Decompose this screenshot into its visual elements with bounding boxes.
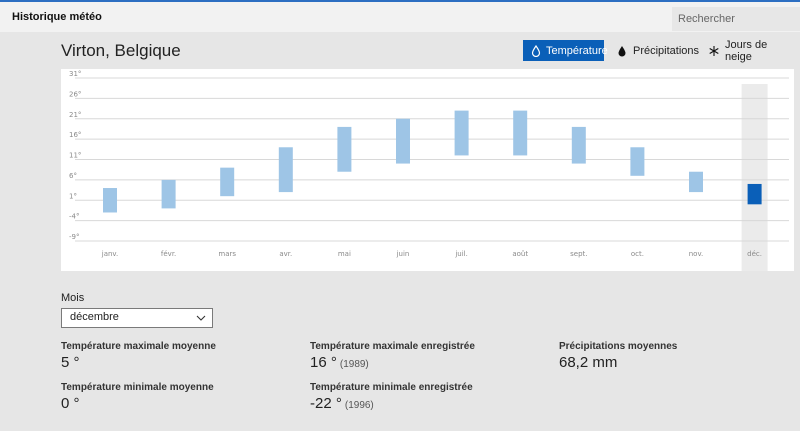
y-tick-label: -9° <box>69 233 79 241</box>
x-tick-label: juil. <box>454 250 468 258</box>
x-tick-label: nov. <box>689 250 704 258</box>
y-tick-label: -4° <box>69 213 79 221</box>
temperature-range-bar <box>220 167 235 197</box>
y-tick-label: 31° <box>69 70 81 78</box>
temperature-range-bar <box>103 188 117 213</box>
x-tick-label: sept. <box>570 250 587 258</box>
snowflake-icon <box>708 45 720 57</box>
record-max: 16 ° (1989) <box>310 354 369 371</box>
x-tick-label: avr. <box>279 250 292 258</box>
x-tick-label: oct. <box>631 250 644 258</box>
x-tick-label: févr. <box>161 250 176 258</box>
record-max-value: 16 ° <box>310 354 337 371</box>
raindrop-icon <box>616 45 628 57</box>
record-min: -22 ° (1996) <box>310 395 374 412</box>
y-tick-label: 1° <box>69 192 77 200</box>
tab-temperature[interactable]: Température <box>523 40 608 61</box>
x-tick-label: mai <box>338 250 351 258</box>
month-select-value: décembre <box>70 311 119 323</box>
tab-precipitations-label: Précipitations <box>633 44 700 57</box>
temperature-range-bar <box>747 183 762 205</box>
record-max-year: (1989) <box>339 359 369 370</box>
temperature-range-bar <box>454 110 469 156</box>
temperature-range-bar <box>689 171 703 193</box>
selected-month-highlight <box>741 84 768 271</box>
chevron-down-icon <box>196 315 206 321</box>
record-min-year: (1996) <box>344 400 374 411</box>
tab-precipitations[interactable]: Précipitations <box>610 40 705 61</box>
x-tick-label: juin <box>396 250 410 258</box>
x-tick-label: mars <box>218 250 236 258</box>
temperature-range-bar <box>571 126 586 164</box>
tab-snow-days-label: Jours de neige <box>725 38 768 63</box>
y-tick-label: 6° <box>69 172 77 180</box>
temperature-range-bar <box>396 118 410 164</box>
x-tick-label: déc. <box>747 250 762 258</box>
y-tick-label: 21° <box>69 111 81 119</box>
title-bar: Historique météo <box>0 0 800 32</box>
month-select[interactable]: décembre <box>61 308 213 328</box>
temperature-range-bar <box>278 147 293 193</box>
app-title: Historique météo <box>12 11 102 23</box>
record-min-label: Température minimale enregistrée <box>310 382 473 393</box>
avg-min-value: 0 ° <box>61 395 80 412</box>
chart-canvas: 31° 26° 21° 16° 11° 6° 1° -4° -9° janv. févr. mars a… <box>69 70 789 271</box>
avg-max-label: Température maximale moyenne <box>61 341 216 352</box>
search-input[interactable] <box>672 7 800 31</box>
thermometer-drop-icon <box>531 44 541 57</box>
y-tick-label: 11° <box>69 152 81 160</box>
temperature-range-bar <box>630 147 645 176</box>
x-tick-label: janv. <box>101 250 119 258</box>
tab-snow-days[interactable]: Jours de neige <box>702 38 800 63</box>
temperature-range-bar <box>513 110 528 156</box>
tab-temperature-label: Température <box>546 44 608 57</box>
y-tick-label: 26° <box>69 90 81 98</box>
y-tick-label: 16° <box>69 131 81 139</box>
avg-max-value: 5 ° <box>61 354 80 371</box>
record-min-value: -22 ° <box>310 395 342 412</box>
temperature-range-bar <box>337 126 352 172</box>
x-tick-label: août <box>512 250 528 258</box>
temperature-chart: 31° 26° 21° 16° 11° 6° 1° -4° -9° janv. févr. mars a… <box>61 69 794 271</box>
avg-min-label: Température minimale moyenne <box>61 382 214 393</box>
temperature-range-bar <box>161 179 176 209</box>
month-select-label: Mois <box>61 292 85 304</box>
avg-precip-value: 68,2 mm <box>559 354 618 371</box>
record-max-label: Température maximale enregistrée <box>310 341 475 352</box>
location-title: Virton, Belgique <box>61 41 181 60</box>
avg-precip-label: Précipitations moyennes <box>559 341 678 352</box>
